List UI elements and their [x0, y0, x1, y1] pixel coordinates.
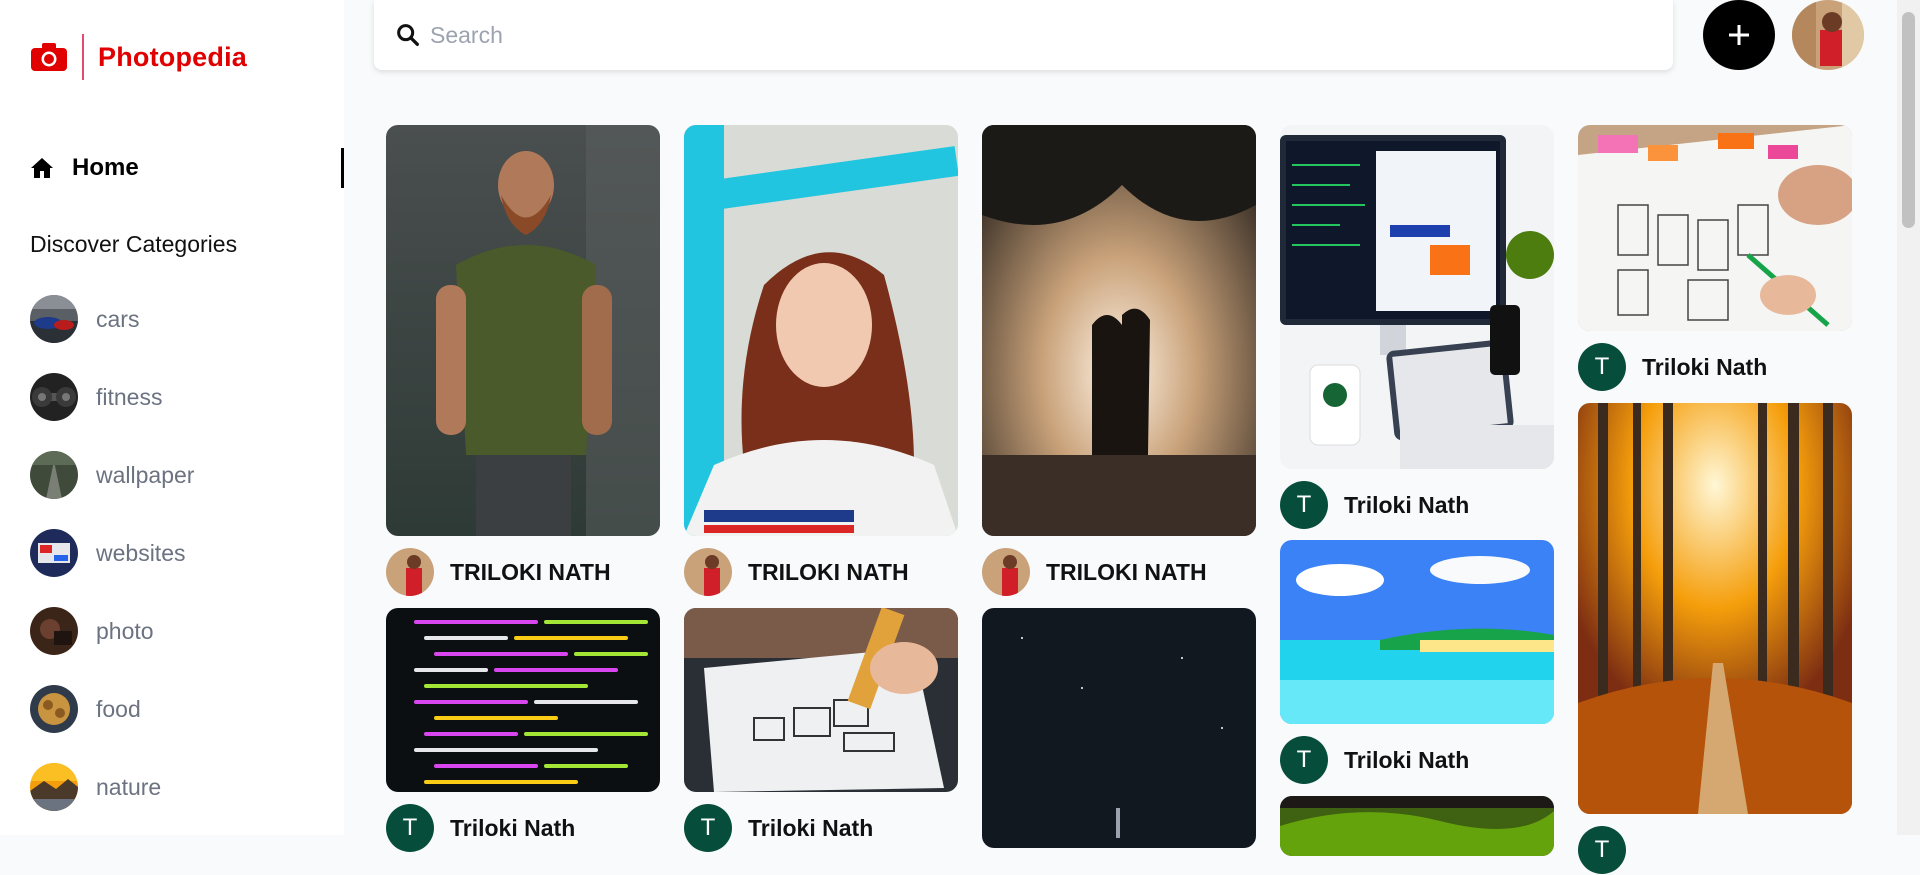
- category-label: websites: [96, 539, 186, 566]
- pin-image[interactable]: [386, 125, 660, 536]
- pin-image[interactable]: [1280, 125, 1554, 469]
- category-thumbnail: [30, 529, 78, 577]
- category-cars[interactable]: cars: [30, 294, 194, 344]
- pin-image[interactable]: [1280, 540, 1554, 724]
- search-icon: [397, 24, 419, 46]
- app-name: Photopedia: [98, 41, 247, 72]
- category-nature[interactable]: nature: [30, 762, 194, 812]
- pin-user[interactable]: T Triloki Nath: [1280, 735, 1554, 785]
- pin-card[interactable]: TRILOKI NATH: [684, 125, 958, 597]
- search-input[interactable]: [430, 21, 1630, 49]
- pin-user[interactable]: T Triloki Nath: [1280, 480, 1554, 530]
- category-photo[interactable]: photo: [30, 606, 194, 656]
- pin-image[interactable]: [982, 125, 1256, 536]
- pin-user[interactable]: TRILOKI NATH: [982, 547, 1256, 597]
- camera-icon: [31, 43, 67, 71]
- category-label: wallpaper: [96, 461, 195, 488]
- pin-card[interactable]: [1280, 796, 1554, 856]
- category-label: photo: [96, 617, 154, 644]
- pin-card[interactable]: T Triloki Nath: [684, 608, 958, 853]
- avatar: T: [386, 804, 434, 852]
- pin-user-name: Triloki Nath: [748, 814, 874, 841]
- pin-card[interactable]: TRILOKI NATH: [386, 125, 660, 597]
- pin-image[interactable]: [1578, 125, 1852, 331]
- avatar: T: [1280, 481, 1328, 529]
- nav-home[interactable]: Home: [30, 150, 344, 186]
- scrollbar-thumb[interactable]: [1902, 12, 1915, 228]
- category-list: cars fitness wallpaper websites photo fo…: [30, 294, 194, 840]
- category-thumbnail: [30, 451, 78, 499]
- discover-heading: Discover Categories: [30, 231, 238, 257]
- pin-user-name: Triloki Nath: [1642, 353, 1768, 380]
- user-avatar[interactable]: [1792, 0, 1864, 70]
- avatar: T: [1578, 826, 1626, 874]
- logo-divider: [82, 34, 84, 80]
- avatar: T: [1280, 736, 1328, 784]
- pin-user[interactable]: TRILOKI NATH: [684, 547, 958, 597]
- pin-card[interactable]: T Triloki Nath: [1578, 125, 1852, 392]
- pin-user-name: TRILOKI NATH: [1046, 558, 1207, 585]
- app-logo[interactable]: Photopedia: [30, 34, 247, 80]
- search-bar: [374, 0, 1673, 70]
- pin-image[interactable]: [684, 125, 958, 536]
- pin-card[interactable]: T Triloki Nath: [386, 608, 660, 853]
- category-food[interactable]: food: [30, 684, 194, 734]
- pin-user-name: Triloki Nath: [1344, 491, 1470, 518]
- category-websites[interactable]: websites: [30, 528, 194, 578]
- category-wallpaper[interactable]: wallpaper: [30, 450, 194, 500]
- pin-user-name: Triloki Nath: [450, 814, 576, 841]
- pin-card[interactable]: [982, 608, 1256, 848]
- active-indicator: [341, 148, 344, 188]
- nav-home-label: Home: [72, 154, 139, 181]
- pin-user[interactable]: T: [1578, 825, 1852, 875]
- category-fitness[interactable]: fitness: [30, 372, 194, 422]
- pin-image[interactable]: [684, 608, 958, 792]
- pin-image[interactable]: [982, 608, 1256, 848]
- category-label: cars: [96, 305, 140, 332]
- sidebar: Photopedia Home Discover Categories cars…: [0, 0, 344, 835]
- pin-user-name: TRILOKI NATH: [748, 558, 909, 585]
- avatar: [386, 548, 434, 596]
- pin-card[interactable]: TRILOKI NATH: [982, 125, 1256, 597]
- pin-user-name: TRILOKI NATH: [450, 558, 611, 585]
- category-label: nature: [96, 773, 162, 800]
- add-pin-button[interactable]: [1703, 0, 1775, 70]
- pin-user[interactable]: T Triloki Nath: [1578, 342, 1852, 392]
- avatar: [684, 548, 732, 596]
- category-label: food: [96, 695, 141, 722]
- avatar: T: [1578, 343, 1626, 391]
- category-thumbnail: [30, 607, 78, 655]
- home-icon: [31, 158, 53, 178]
- pin-user-name: Triloki Nath: [1344, 746, 1470, 773]
- category-label: fitness: [96, 383, 163, 410]
- plus-icon: [1729, 25, 1749, 45]
- avatar: [982, 548, 1030, 596]
- category-thumbnail: [30, 685, 78, 733]
- vertical-scrollbar[interactable]: [1897, 0, 1920, 835]
- pin-card[interactable]: T Triloki Nath: [1280, 540, 1554, 785]
- pin-card[interactable]: T: [1578, 403, 1852, 875]
- pin-card[interactable]: T Triloki Nath: [1280, 125, 1554, 530]
- category-thumbnail: [30, 373, 78, 421]
- pin-user[interactable]: TRILOKI NATH: [386, 547, 660, 597]
- pin-image[interactable]: [1280, 796, 1554, 856]
- category-thumbnail: [30, 295, 78, 343]
- category-thumbnail: [30, 763, 78, 811]
- pin-image[interactable]: [386, 608, 660, 792]
- pin-user[interactable]: T Triloki Nath: [386, 803, 660, 853]
- pin-image[interactable]: [1578, 403, 1852, 814]
- avatar: T: [684, 804, 732, 852]
- pin-user[interactable]: T Triloki Nath: [684, 803, 958, 853]
